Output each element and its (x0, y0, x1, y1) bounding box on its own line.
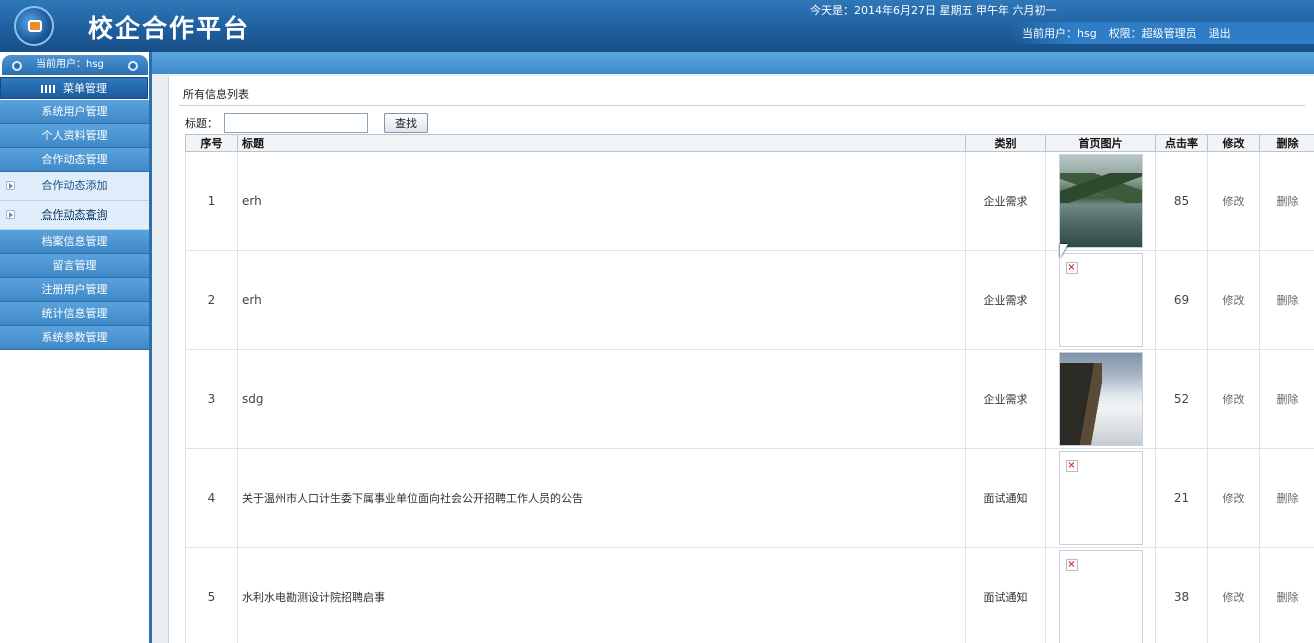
search-button[interactable]: 查找 (384, 113, 428, 133)
delete-link[interactable]: 删除 (1259, 547, 1314, 643)
pin-icon (128, 61, 138, 71)
row-image-cell (1045, 349, 1156, 449)
row-title: sdg (237, 349, 966, 449)
sidebar-item-statistics[interactable]: 统计信息管理 (0, 302, 149, 326)
search-input[interactable] (224, 113, 368, 133)
broken-thumbnail-image[interactable]: × (1058, 550, 1143, 643)
delete-link[interactable]: 删除 (1259, 349, 1314, 449)
search-row: 标题： 查找 (185, 112, 428, 134)
table-row: 5 水利水电勘测设计院招聘启事 面试通知 × 38 修改 删除 (185, 547, 1314, 643)
row-title: 关于温州市人口计生委下属事业单位面向社会公开招聘工作人员的公告 (237, 448, 966, 548)
sidebar-subitem-add-news[interactable]: 合作动态添加 (0, 172, 149, 201)
main-panel: 所有信息列表 标题： 查找 序号 标题 类别 首页图片 点击率 修改 删除 1 … (168, 76, 1314, 643)
row-image-cell: × (1045, 547, 1156, 643)
logout-link[interactable]: 退出 (1209, 25, 1231, 41)
search-label: 标题： (185, 117, 218, 130)
broken-thumbnail-image[interactable]: × (1058, 253, 1143, 347)
row-image-cell (1045, 151, 1156, 251)
table-header-row: 序号 标题 类别 首页图片 点击率 修改 删除 (185, 134, 1314, 152)
expand-icon (6, 181, 15, 190)
col-header-delete: 删除 (1259, 134, 1314, 152)
table-row: 4 关于温州市人口计生委下属事业单位面向社会公开招聘工作人员的公告 面试通知 ×… (185, 448, 1314, 548)
sidebar-item-registered-users[interactable]: 注册用户管理 (0, 278, 149, 302)
pin-icon (12, 61, 22, 71)
table-row: 3 sdg 企业需求 52 修改 删除 (185, 349, 1314, 449)
row-no: 3 (185, 349, 238, 449)
row-no: 2 (185, 250, 238, 350)
sidebar-current-user: 当前用户：hsg (2, 55, 148, 75)
sidebar-item-messages[interactable]: 留言管理 (0, 254, 149, 278)
row-clicks: 69 (1155, 250, 1208, 350)
sidebar-item-system-params[interactable]: 系统参数管理 (0, 326, 149, 350)
panel-title: 所有信息列表 (179, 84, 1305, 106)
date-line: 今天是：2014年6月27日 星期五 甲午年 六月初一 (810, 4, 1057, 17)
col-header-category: 类别 (965, 134, 1046, 152)
delete-link[interactable]: 删除 (1259, 151, 1314, 251)
header-permission: 权限：超级管理员 (1108, 27, 1197, 40)
menu-header-label: 菜单管理 (63, 82, 107, 95)
mist-thumbnail-image[interactable] (1058, 352, 1143, 446)
broken-thumbnail-image[interactable]: × (1058, 451, 1143, 545)
sidebar-subitem-label: 合作动态添加 (41, 179, 108, 192)
broken-image-icon: × (1065, 559, 1078, 571)
menu-bars-icon (41, 85, 55, 93)
broken-image-icon: × (1065, 262, 1078, 274)
row-clicks: 21 (1155, 448, 1208, 548)
broken-image-icon: × (1065, 460, 1078, 472)
user-bar: 当前用户：hsg 权限：超级管理员 退出 (1010, 22, 1314, 44)
row-title: erh (237, 151, 966, 251)
table-row: 1 erh 企业需求 85 修改 删除 (185, 151, 1314, 251)
row-category: 面试通知 (965, 448, 1046, 548)
expand-icon (6, 210, 15, 219)
header-sub-band (0, 52, 1314, 74)
col-header-title: 标题 (237, 134, 966, 152)
table-row: 2 erh 企业需求 × 69 修改 删除 (185, 250, 1314, 350)
sidebar-subitem-query-news[interactable]: 合作动态查询 (0, 201, 149, 230)
edit-link[interactable]: 修改 (1207, 250, 1260, 350)
sidebar-item-profile[interactable]: 个人资料管理 (0, 124, 149, 148)
row-category: 企业需求 (965, 151, 1046, 251)
row-clicks: 38 (1155, 547, 1208, 643)
row-title: erh (237, 250, 966, 350)
row-image-cell: × (1045, 250, 1156, 350)
row-category: 企业需求 (965, 250, 1046, 350)
row-clicks: 52 (1155, 349, 1208, 449)
edit-link[interactable]: 修改 (1207, 547, 1260, 643)
sidebar-menu: 系统用户管理 个人资料管理 合作动态管理 合作动态添加 合作动态查询 档案信息管… (0, 100, 149, 350)
mouse-cursor-icon (1060, 244, 1068, 258)
row-clicks: 85 (1155, 151, 1208, 251)
menu-header[interactable]: 菜单管理 (0, 77, 148, 99)
row-category: 面试通知 (965, 547, 1046, 643)
row-no: 5 (185, 547, 238, 643)
sidebar-item-archives[interactable]: 档案信息管理 (0, 230, 149, 254)
info-table: 序号 标题 类别 首页图片 点击率 修改 删除 1 erh 企业需求 85 修改… (185, 134, 1314, 643)
sidebar-current-user-label: 当前用户：hsg (36, 59, 104, 70)
col-header-clicks: 点击率 (1155, 134, 1208, 152)
row-title: 水利水电勘测设计院招聘启事 (237, 547, 966, 643)
app-title: 校企合作平台 (88, 14, 251, 43)
row-no: 4 (185, 448, 238, 548)
delete-link[interactable]: 删除 (1259, 250, 1314, 350)
row-category: 企业需求 (965, 349, 1046, 449)
lake-thumbnail-image[interactable] (1058, 154, 1143, 248)
col-header-image: 首页图片 (1045, 134, 1156, 152)
col-header-edit: 修改 (1207, 134, 1260, 152)
sidebar: 当前用户：hsg 菜单管理 系统用户管理 个人资料管理 合作动态管理 合作动态添… (0, 52, 152, 643)
logo-mark (28, 20, 42, 32)
edit-link[interactable]: 修改 (1207, 151, 1260, 251)
edit-link[interactable]: 修改 (1207, 349, 1260, 449)
logo (14, 6, 54, 46)
sidebar-item-cooperation-news[interactable]: 合作动态管理 (0, 148, 149, 172)
header: 校企合作平台 今天是：2014年6月27日 星期五 甲午年 六月初一 当前用户：… (0, 0, 1314, 52)
row-no: 1 (185, 151, 238, 251)
sidebar-item-system-users[interactable]: 系统用户管理 (0, 100, 149, 124)
sidebar-subitem-label: 合作动态查询 (41, 208, 108, 221)
delete-link[interactable]: 删除 (1259, 448, 1314, 548)
row-image-cell: × (1045, 448, 1156, 548)
col-header-no: 序号 (185, 134, 238, 152)
header-current-user: 当前用户：hsg (1022, 27, 1097, 40)
edit-link[interactable]: 修改 (1207, 448, 1260, 548)
